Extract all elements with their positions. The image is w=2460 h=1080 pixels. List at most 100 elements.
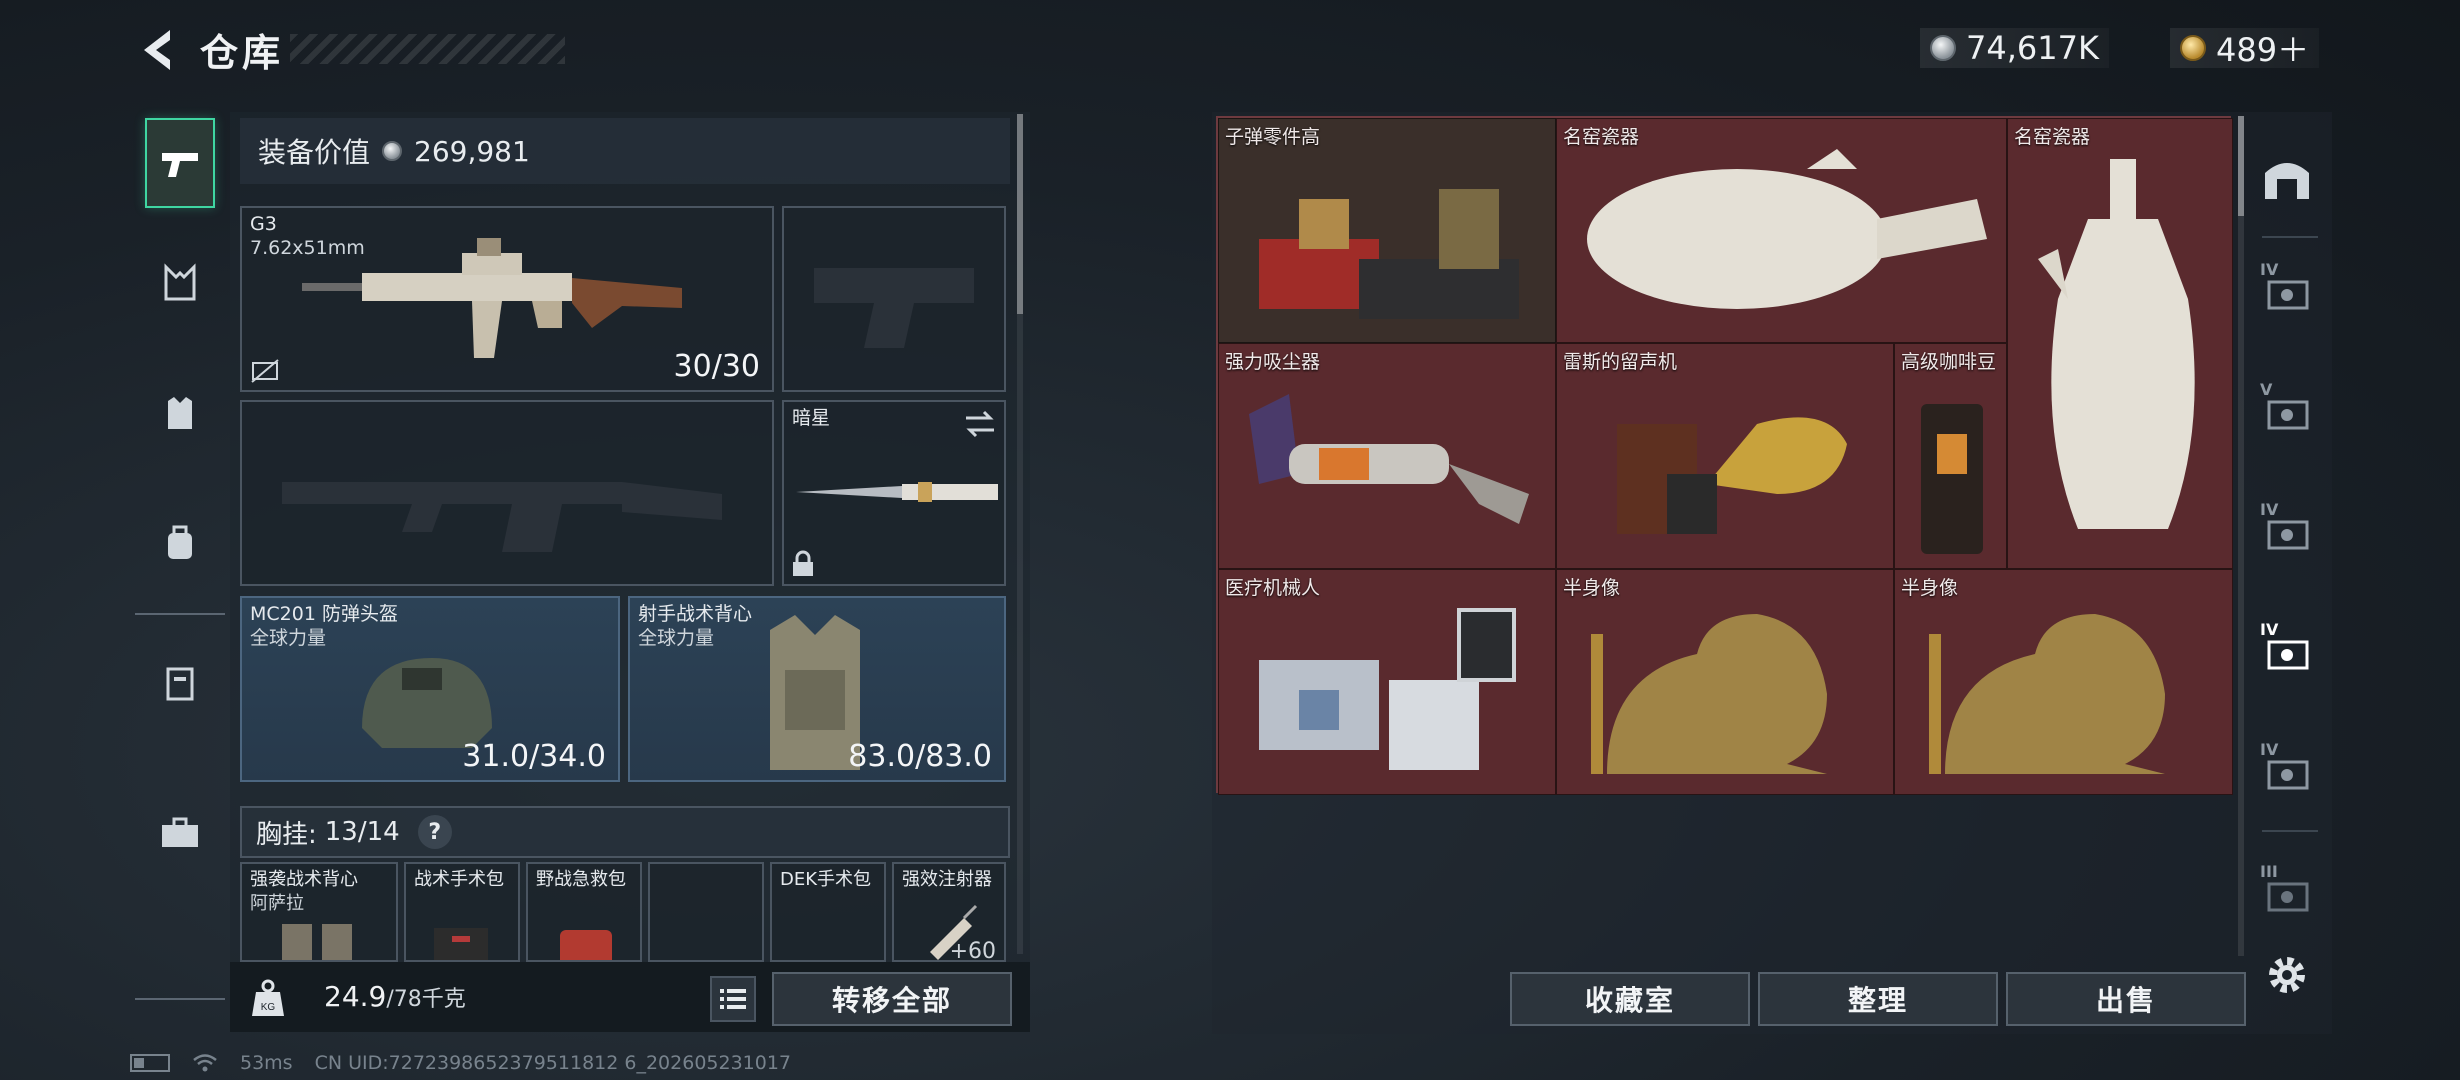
silver-coin-icon xyxy=(382,141,403,161)
equipment-scrollbar-thumb[interactable] xyxy=(1017,114,1023,314)
storage-item[interactable]: 雷斯的留声机 xyxy=(1556,343,1894,569)
storage-tab-level[interactable]: V xyxy=(2252,374,2322,450)
carry-weight: 24.9/78千克 xyxy=(324,980,466,1013)
item-name: 名窑瓷器 xyxy=(2014,126,2091,148)
tab-weapons[interactable] xyxy=(145,118,215,208)
level-label: V xyxy=(2260,380,2273,399)
case-icon xyxy=(166,667,194,701)
item-name: DEK手术包 xyxy=(780,869,872,890)
page-title: 仓库 xyxy=(200,31,285,75)
coffee-bag-image xyxy=(1921,404,1983,554)
storage-item[interactable]: 子弹零件高 xyxy=(1218,118,1556,343)
weight-current: 24.9 xyxy=(324,980,387,1013)
chest-rig-item[interactable]: 强效注射器 +60 xyxy=(892,862,1006,962)
pistol-icon xyxy=(162,153,198,177)
storage-item[interactable]: 半身像 xyxy=(1556,569,1894,795)
silver-amount: 74,617K xyxy=(1966,29,2099,67)
equipment-category-rail xyxy=(135,108,225,1008)
porcelain-vase-image xyxy=(1587,149,1987,309)
armor-slot[interactable]: 射手战术背心 全球力量 83.0/83.0 xyxy=(628,596,1006,782)
help-button[interactable]: ? xyxy=(417,815,452,849)
sell-button[interactable]: 出售 xyxy=(2006,972,2246,1026)
list-icon xyxy=(720,989,746,1009)
item-name: 强效注射器 xyxy=(902,869,992,890)
storage-tab-main[interactable] xyxy=(2252,140,2322,216)
rail-divider xyxy=(2262,236,2318,238)
sort-button[interactable]: 整理 xyxy=(1758,972,1998,1026)
list-view-button[interactable] xyxy=(710,976,756,1022)
chest-rig-icon xyxy=(164,263,196,301)
storage-tab-level-active[interactable]: IV xyxy=(2252,614,2322,690)
storage-grid: 子弹零件高 名窑瓷器 名窑瓷器 强力吸尘器 雷斯的留声机 高级咖啡豆 医疗机械人… xyxy=(1216,116,2233,795)
lock-icon xyxy=(793,550,813,576)
storage-scrollbar-thumb[interactable] xyxy=(2238,116,2244,216)
tab-vest[interactable] xyxy=(145,238,215,328)
item-faction: 阿萨拉 xyxy=(250,893,304,914)
collection-room-button[interactable]: 收藏室 xyxy=(1510,972,1750,1026)
storage-item[interactable]: 半身像 xyxy=(1894,569,2233,795)
medical-robot-image xyxy=(1259,608,1516,770)
gold-amount: 489＋ xyxy=(2216,31,2310,69)
item-name: 雷斯的留声机 xyxy=(1563,351,1678,373)
item-name: 野战急救包 xyxy=(536,869,626,890)
battery-icon xyxy=(130,1054,170,1072)
knife-image xyxy=(796,482,998,502)
chest-rig-label: 胸挂: xyxy=(256,819,317,850)
storage-tab-level[interactable]: IV xyxy=(2252,254,2322,330)
back-arrow-icon[interactable] xyxy=(130,22,186,78)
level-label: IV xyxy=(2260,620,2279,639)
porcelain-vase-image xyxy=(2038,159,2195,529)
gold-currency[interactable]: 489＋ xyxy=(2170,28,2320,69)
tab-toolbox[interactable] xyxy=(145,788,215,878)
gramophone-image xyxy=(1617,417,1847,534)
svg-text:KG: KG xyxy=(261,1002,276,1013)
vacuum-cleaner-image xyxy=(1249,394,1529,524)
equipment-value: 269,981 xyxy=(414,134,530,168)
tab-backpack[interactable] xyxy=(145,498,215,588)
storage-item[interactable]: 名窑瓷器 xyxy=(2007,118,2233,569)
storage-scrollbar[interactable] xyxy=(2238,116,2244,956)
level-label: IV xyxy=(2260,500,2279,519)
storage-item[interactable]: 名窑瓷器 xyxy=(1556,118,2007,343)
melee-slot[interactable]: 暗星 xyxy=(782,400,1006,586)
storage-tab-level[interactable]: IV xyxy=(2252,734,2322,810)
armor-name: 射手战术背心 xyxy=(638,603,753,625)
helmet-slot[interactable]: MC201 防弹头盔 全球力量 31.0/34.0 xyxy=(240,596,620,782)
storage-item[interactable]: 强力吸尘器 xyxy=(1218,343,1556,569)
tab-secure-case[interactable] xyxy=(145,638,215,728)
wifi-icon xyxy=(193,1054,217,1072)
storage-tab-level[interactable]: III xyxy=(2252,856,2322,932)
bust-statue-image xyxy=(1929,614,2165,774)
primary-weapon-slot[interactable]: G3 7.62x51mm 30/30 xyxy=(240,206,774,392)
chest-rig-item[interactable]: 野战急救包 xyxy=(526,862,642,962)
ammo-count: 30/30 xyxy=(673,349,760,384)
storage-tab-level[interactable]: IV xyxy=(2252,494,2322,570)
silver-currency[interactable]: 74,617K xyxy=(1920,28,2109,68)
weight-max: /78千克 xyxy=(386,987,466,1012)
chest-rig-item[interactable]: 强袭战术背心 阿萨拉 xyxy=(240,862,398,962)
rifle-silhouette-icon xyxy=(282,482,722,552)
item-name: 战术手术包 xyxy=(414,869,504,890)
item-name: 高级咖啡豆 xyxy=(1901,351,1997,373)
rifle-image xyxy=(302,238,682,358)
melee-name: 暗星 xyxy=(792,407,831,429)
transfer-all-button[interactable]: 转移全部 xyxy=(772,972,1012,1026)
storage-item[interactable]: 高级咖啡豆 xyxy=(1894,343,2007,569)
injector-count: +60 xyxy=(949,939,996,962)
helmet-name: MC201 防弹头盔 xyxy=(250,603,398,625)
secondary-weapon-slot[interactable] xyxy=(782,206,1006,392)
secondary-rifle-slot[interactable] xyxy=(240,400,774,586)
armor-durability: 83.0/83.0 xyxy=(848,739,992,774)
settings-gear-icon[interactable] xyxy=(2262,950,2312,1000)
tactical-vest-image xyxy=(282,924,352,960)
chest-rig-empty-slot[interactable] xyxy=(648,862,764,962)
level-label: IV xyxy=(2260,740,2279,759)
item-name: 强袭战术背心 xyxy=(250,869,358,890)
storage-item[interactable]: 医疗机械人 xyxy=(1218,569,1556,795)
tab-armor[interactable] xyxy=(145,368,215,458)
swap-icon[interactable] xyxy=(964,410,996,438)
chest-rig-item[interactable]: DEK手术包 xyxy=(770,862,886,962)
helmet-durability: 31.0/34.0 xyxy=(462,739,606,774)
chest-rig-item[interactable]: 战术手术包 xyxy=(404,862,520,962)
user-uid: CN UID:7272398652379511812 6_20260523101… xyxy=(314,1052,792,1074)
